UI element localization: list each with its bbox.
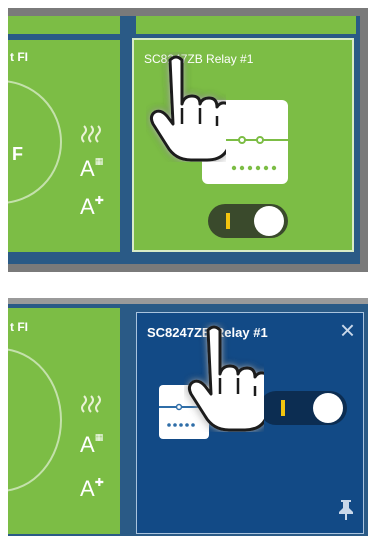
bottom-screenshot-panel: t FI A▦ A✚ SC8247ZB Relay #1 × (8, 298, 368, 536)
thermostat-title: t FI (10, 320, 28, 334)
toggle-knob[interactable] (313, 393, 343, 423)
toggle-on-indicator (226, 213, 230, 229)
toggle-knob[interactable] (254, 206, 284, 236)
pointing-hand-cursor-icon (146, 52, 233, 167)
thermostat-tile[interactable]: t FI A▦ A✚ (8, 308, 120, 534)
temperature-dial-arc (8, 348, 62, 492)
auto-schedule-icon[interactable]: A▦ (80, 156, 103, 182)
temperature-dial-arc (8, 80, 62, 204)
close-icon[interactable]: × (340, 317, 355, 343)
frame-top-edge (8, 298, 368, 304)
tile-above-right[interactable] (136, 16, 356, 34)
heat-waves-icon[interactable] (80, 392, 102, 422)
pin-icon[interactable] (337, 498, 355, 525)
auto-plus-icon[interactable]: A✚ (80, 476, 104, 502)
relay-toggle-switch[interactable] (208, 204, 288, 238)
frame-bottom-edge (8, 264, 368, 272)
top-screenshot-panel: t FI F A▦ A✚ SC8247ZB Relay #1 (8, 8, 368, 272)
thermostat-title: t FI (10, 50, 28, 64)
tile-above-left[interactable] (8, 16, 120, 34)
temperature-unit: F (12, 144, 23, 164)
pointing-hand-cursor-icon (184, 322, 271, 437)
frame-top-edge (8, 8, 368, 16)
toggle-on-indicator (281, 400, 285, 416)
thermostat-tile[interactable]: t FI F A▦ A✚ (8, 40, 120, 252)
heat-waves-icon[interactable] (80, 122, 102, 152)
auto-schedule-icon[interactable]: A▦ (80, 432, 103, 458)
relay-toggle-switch[interactable] (259, 391, 347, 425)
auto-plus-icon[interactable]: A✚ (80, 194, 104, 220)
frame-right-edge (360, 8, 368, 272)
